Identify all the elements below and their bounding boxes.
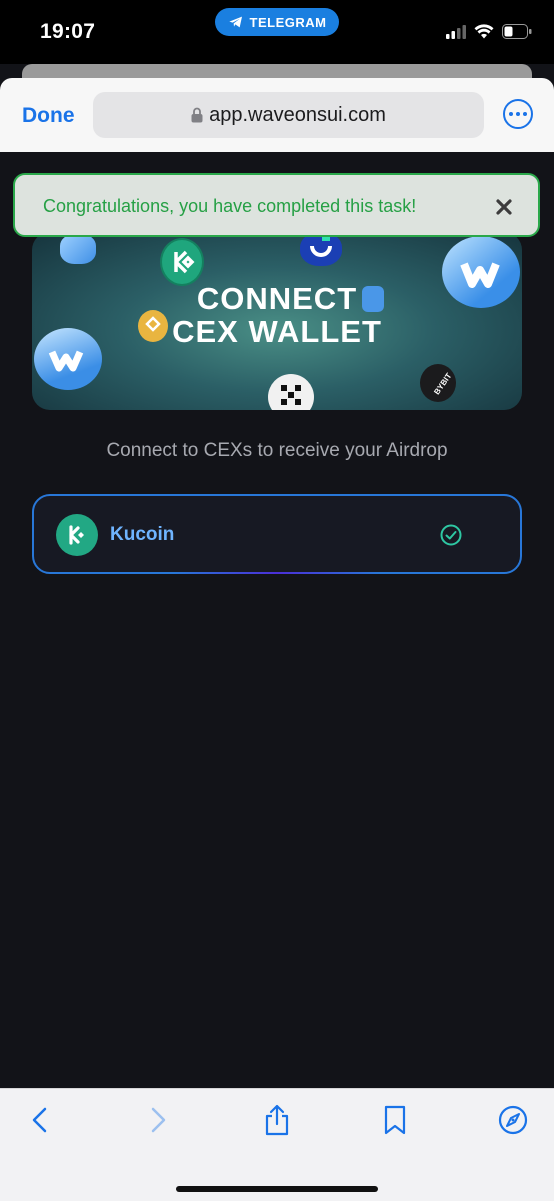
close-icon[interactable] [494,197,514,217]
cellular-signal-icon [446,24,466,39]
okx-coin-icon [268,374,314,410]
banner-title: CONNECT CEX WALLET [32,282,522,348]
back-app-label: TELEGRAM [249,14,327,30]
forward-button[interactable] [143,1105,173,1135]
share-icon [265,1104,289,1136]
wave-coin-icon [60,234,96,264]
exchange-coin-icon [300,232,342,266]
chevron-left-icon [32,1107,47,1133]
more-options-button[interactable] [503,99,533,129]
share-button[interactable] [262,1104,292,1136]
connect-cex-banner: BYBIT CONNECT CEX WALLET [32,232,522,410]
open-in-safari-button[interactable] [498,1105,528,1135]
wifi-icon [474,24,494,39]
check-circle-icon [440,524,462,546]
page-subtitle: Connect to CEXs to receive your Airdrop [106,440,448,461]
bookmarks-icon [384,1105,406,1135]
banner-title-line-1: CONNECT [196,281,358,316]
telegram-icon [228,16,242,28]
battery-icon [502,24,532,39]
chevron-right-icon [151,1107,166,1133]
browser-header: Done app.waveonsui.com [0,78,554,152]
browser-toolbar [0,1088,554,1201]
lock-icon [191,107,203,123]
url-bar[interactable]: app.waveonsui.com [93,92,484,138]
back-button[interactable] [25,1105,55,1135]
compass-icon [498,1105,528,1135]
bookmarks-button[interactable] [380,1105,410,1135]
cex-name: Kucoin [110,524,175,545]
banner-title-line-2: CEX WALLET [172,314,382,349]
toast-message: Congratulations, you have completed this… [43,196,417,216]
more-dot [523,112,527,116]
bybit-logo-text: BYBIT [432,371,453,396]
kucoin-logo-icon [56,514,98,556]
more-dot [516,112,520,116]
bybit-coin-icon: BYBIT [420,364,456,402]
status-bar: 19:07 TELEGRAM [0,0,554,64]
home-indicator [176,1186,378,1192]
status-icons [446,24,532,39]
cex-item-kucoin[interactable]: Kucoin [32,494,522,574]
kucoin-coin-icon [160,238,204,286]
status-time: 19:07 [40,20,96,43]
done-button[interactable]: Done [22,104,75,128]
more-dot [509,112,513,116]
back-to-telegram-button[interactable]: TELEGRAM [215,8,339,36]
url-text: app.waveonsui.com [209,103,386,126]
success-toast: Congratulations, you have completed this… [13,173,540,237]
